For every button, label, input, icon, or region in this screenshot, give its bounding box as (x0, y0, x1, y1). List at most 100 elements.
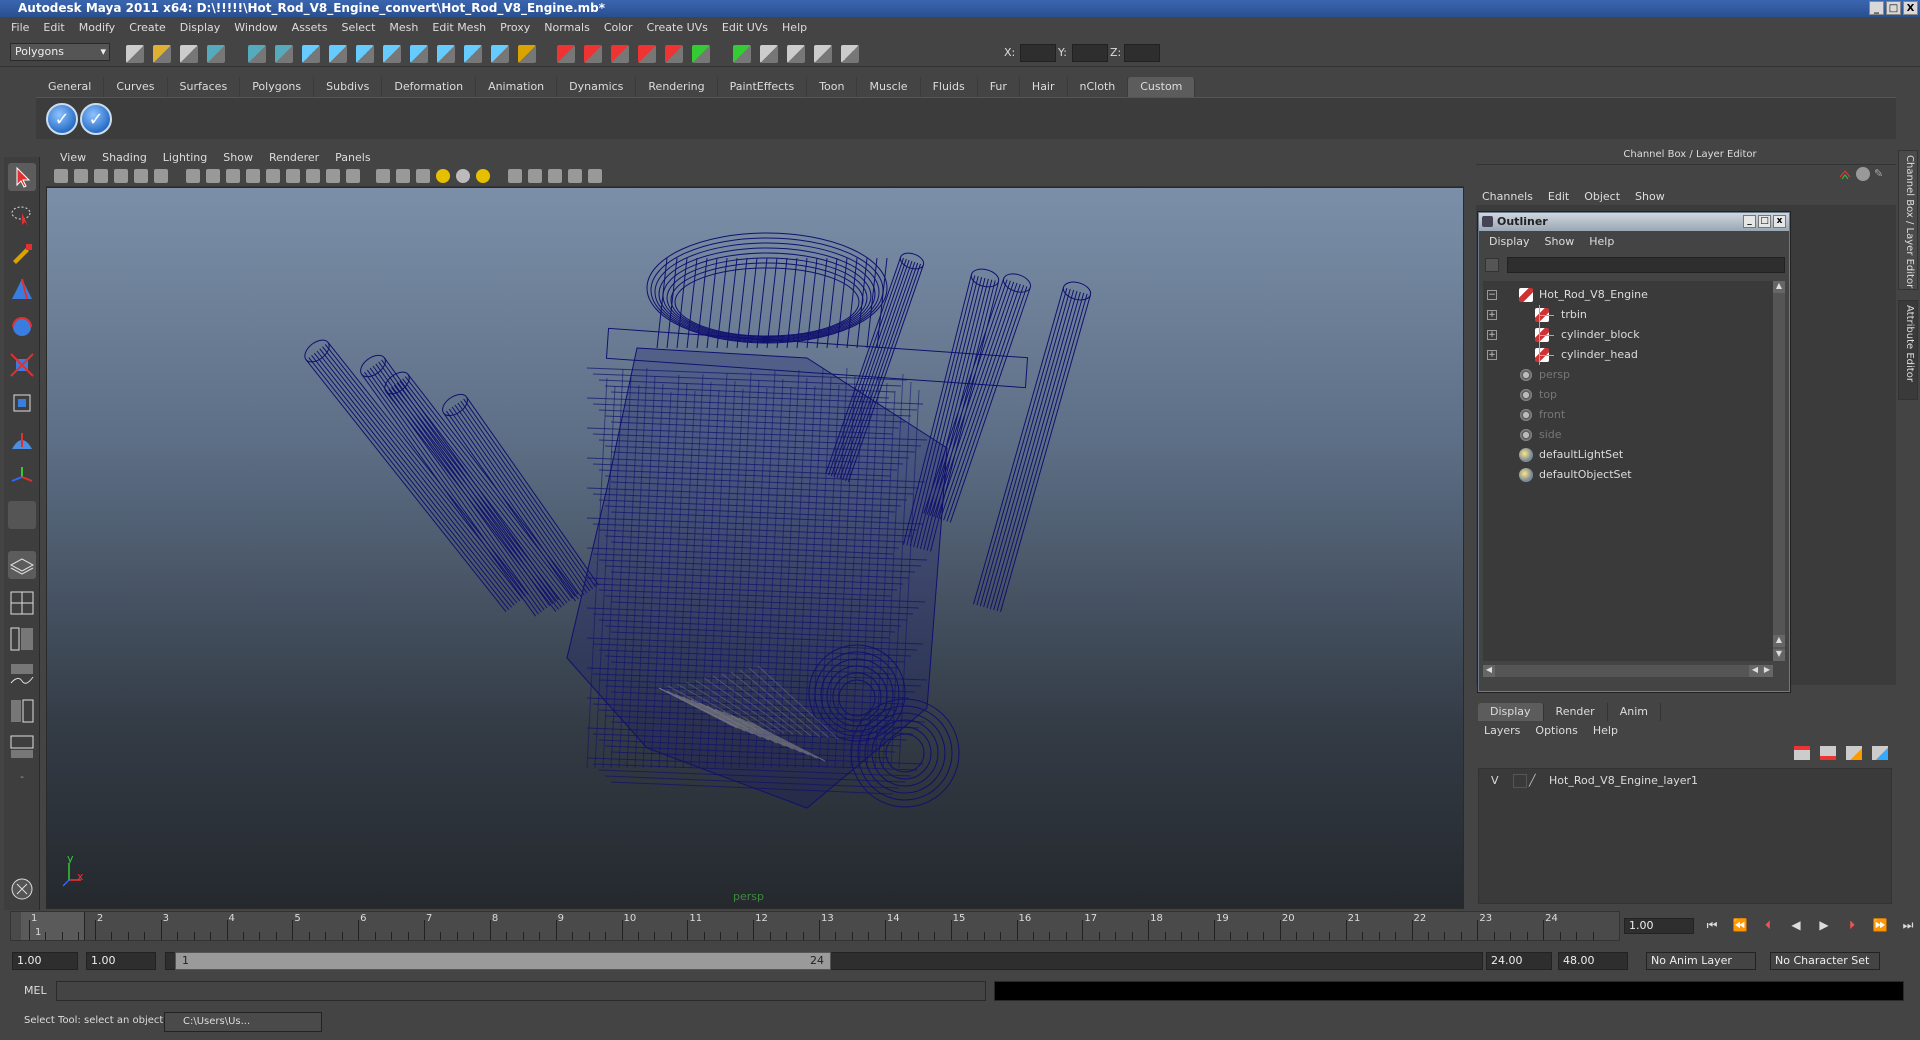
menu-normals[interactable]: Normals (537, 21, 597, 34)
close-button[interactable]: X (1903, 1, 1918, 15)
outliner-titlebar[interactable]: Outliner _ □ x (1479, 213, 1789, 231)
step-forward-frame-icon[interactable]: ⏵ (1840, 916, 1864, 934)
outliner-item[interactable]: − Hot_Rod_V8_Engine (1483, 285, 1771, 305)
rotate-tool-icon[interactable] (8, 313, 36, 341)
menu-proxy[interactable]: Proxy (493, 21, 537, 34)
menu-select[interactable]: Select (334, 21, 382, 34)
status-tool-icon[interactable] (126, 45, 144, 63)
viewport-toolbar-icon[interactable] (114, 169, 128, 183)
layer-menu-layers[interactable]: Layers (1478, 724, 1529, 737)
outliner-item[interactable]: front (1483, 405, 1771, 425)
z-field[interactable] (1124, 44, 1160, 62)
manipulator-tool-icon[interactable] (8, 389, 36, 417)
menu-mesh[interactable]: Mesh (382, 21, 425, 34)
step-back-key-icon[interactable]: ⏪ (1728, 916, 1752, 934)
single-layout-icon[interactable] (8, 551, 36, 579)
layer-move-up-icon[interactable] (1794, 746, 1810, 760)
scroll-down-icon[interactable]: ▼ (1773, 649, 1785, 661)
viewport-toolbar-icon[interactable] (508, 169, 522, 183)
status-tool-icon[interactable] (841, 45, 859, 63)
status-tool-icon[interactable] (464, 45, 482, 63)
viewport-toolbar-icon[interactable] (186, 169, 200, 183)
graph-layout-icon[interactable] (8, 661, 36, 689)
quick-layout-icon[interactable] (8, 875, 36, 903)
status-tool-icon[interactable] (437, 45, 455, 63)
outliner-item[interactable]: side (1483, 425, 1771, 445)
command-input[interactable] (56, 981, 986, 1001)
outliner-horizontal-scrollbar[interactable]: ◀ ◀ ▶ (1483, 665, 1773, 677)
step-back-frame-icon[interactable]: ⏴ (1756, 916, 1780, 934)
step-forward-key-icon[interactable]: ⏩ (1868, 916, 1892, 934)
viewport-toolbar-icon[interactable] (416, 169, 430, 183)
shelf-tab-ncloth[interactable]: nCloth (1068, 77, 1129, 97)
status-tool-icon[interactable] (584, 45, 602, 63)
go-to-start-icon[interactable]: ⏮ (1700, 916, 1724, 934)
script-editor-task[interactable]: C:\Users\Us... (164, 1012, 322, 1032)
viewport-toolbar-icon[interactable] (154, 169, 168, 183)
move-axis-icon[interactable] (8, 463, 36, 491)
sculpt-tool-icon[interactable] (8, 275, 36, 303)
layer-move-down-icon[interactable] (1820, 746, 1836, 760)
viewport-toolbar-icon[interactable] (134, 169, 148, 183)
character-set-selector[interactable]: No Character Set (1770, 952, 1880, 970)
outliner-layout-icon[interactable] (8, 625, 36, 653)
expand-toggle-icon[interactable]: + (1487, 350, 1497, 360)
animation-end-field[interactable]: 48.00 (1558, 952, 1628, 970)
status-tool-icon[interactable] (248, 45, 266, 63)
outliner-item[interactable]: defaultObjectSet (1483, 465, 1771, 485)
viewport-menu-show[interactable]: Show (215, 151, 261, 164)
channel-menu-edit[interactable]: Edit (1542, 190, 1578, 203)
status-tool-icon[interactable] (814, 45, 832, 63)
channel-menu-object[interactable]: Object (1578, 190, 1629, 203)
menu-display[interactable]: Display (173, 21, 228, 34)
toolbox-collapse-icon[interactable]: - (8, 772, 36, 786)
layer-color-icon[interactable]: ╱ (1529, 772, 1536, 790)
viewport-toolbar-icon[interactable] (436, 169, 450, 183)
menu-help[interactable]: Help (775, 21, 814, 34)
outliner-close-button[interactable]: x (1773, 215, 1786, 228)
outliner-item[interactable]: defaultLightSet (1483, 445, 1771, 465)
expand-toggle-icon[interactable]: + (1487, 330, 1497, 340)
shelf-tab-fluids[interactable]: Fluids (921, 77, 978, 97)
outliner-item[interactable]: + trbin (1483, 305, 1771, 325)
shelf-tab-muscle[interactable]: Muscle (857, 77, 921, 97)
shelf-tab-hair[interactable]: Hair (1020, 77, 1068, 97)
scroll-left-icon[interactable]: ◀ (1483, 665, 1495, 677)
shelf-tab-polygons[interactable]: Polygons (240, 77, 315, 97)
menu-set-selector[interactable]: Polygons ▾ (10, 43, 110, 61)
viewport-toolbar-icon[interactable] (226, 169, 240, 183)
side-tab-channel-box[interactable]: Channel Box / Layer Editor (1898, 150, 1918, 290)
playback-start-field[interactable]: 1.00 (86, 952, 156, 970)
status-tool-icon[interactable] (692, 45, 710, 63)
expand-toggle-icon[interactable]: − (1487, 290, 1497, 300)
maximize-button[interactable]: □ (1886, 1, 1901, 15)
viewport-toolbar-icon[interactable] (456, 169, 470, 183)
status-tool-icon[interactable] (611, 45, 629, 63)
scale-tool-icon[interactable] (8, 351, 36, 379)
shelf-tab-fur[interactable]: Fur (978, 77, 1020, 97)
menu-window[interactable]: Window (227, 21, 284, 34)
status-tool-icon[interactable] (383, 45, 401, 63)
viewport-menu-lighting[interactable]: Lighting (155, 151, 215, 164)
scroll-right-icon[interactable]: ▶ (1761, 665, 1773, 677)
outliner-item[interactable]: persp (1483, 365, 1771, 385)
status-tool-icon[interactable] (518, 45, 536, 63)
status-tool-icon[interactable] (638, 45, 656, 63)
shelf-check-icon-2[interactable]: ✓ (80, 103, 112, 135)
y-field[interactable] (1072, 44, 1108, 62)
shelf-tab-animation[interactable]: Animation (476, 77, 558, 97)
viewport-toolbar-icon[interactable] (54, 169, 68, 183)
status-tool-icon[interactable] (302, 45, 320, 63)
viewport-toolbar-icon[interactable] (286, 169, 300, 183)
viewport-toolbar-icon[interactable] (306, 169, 320, 183)
expand-toggle-icon[interactable]: + (1487, 310, 1497, 320)
outliner-search-input[interactable] (1507, 257, 1785, 273)
render-layout-icon[interactable] (8, 733, 36, 761)
viewport-toolbar-icon[interactable] (528, 169, 542, 183)
range-slider-handle[interactable]: 1 24 (175, 952, 831, 970)
go-to-end-icon[interactable]: ⏭ (1896, 916, 1920, 934)
status-tool-icon[interactable] (153, 45, 171, 63)
outliner-item[interactable]: + cylinder_block (1483, 325, 1771, 345)
command-language-label[interactable]: MEL (24, 984, 47, 997)
perspective-viewport[interactable]: y x persp (46, 187, 1464, 909)
